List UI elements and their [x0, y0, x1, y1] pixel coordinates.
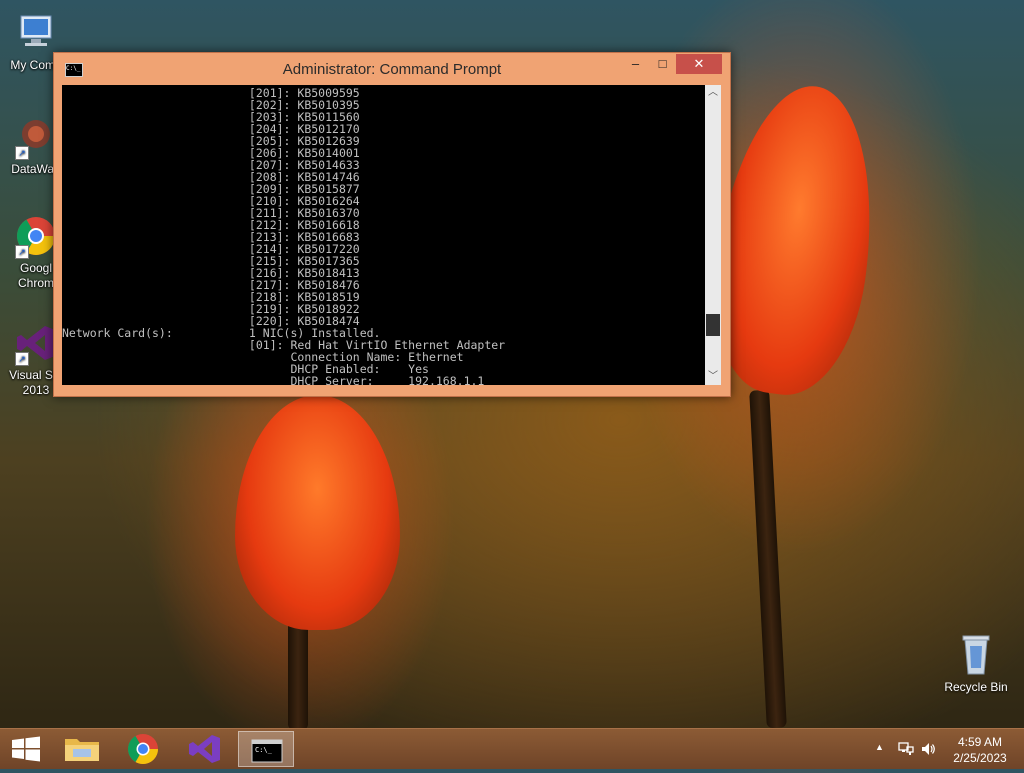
scroll-thumb[interactable] [706, 314, 720, 336]
volume-icon[interactable] [920, 741, 936, 757]
clock-date: 2/25/2023 [953, 751, 1007, 765]
taskbar: C:\_ ▲ 4:59 AM 2/25/2023 [0, 728, 1024, 769]
system-tray: ▲ [870, 729, 940, 769]
computer-icon [15, 12, 57, 54]
left-flower-petal [235, 395, 400, 630]
shortcut-arrow-icon: ↗ [15, 352, 29, 366]
console-line: DHCP Server: 192.168.1.1 [62, 374, 485, 385]
right-flower-stem [749, 389, 787, 729]
left-flower-stem [288, 620, 308, 730]
console-text: [201]: KB5009595 [202]: KB5010395 [203]:… [62, 85, 705, 385]
desktop-icon-recycle-bin[interactable]: Recycle Bin [940, 630, 1012, 694]
minimize-button[interactable]: – [622, 54, 649, 74]
window-titlebar[interactable]: C:\_ Administrator: Command Prompt – □ ✕ [54, 53, 730, 84]
close-button[interactable]: ✕ [676, 54, 722, 74]
scroll-down-button[interactable]: ﹀ [705, 369, 721, 385]
chrome-icon [128, 734, 158, 765]
svg-text:C:\_: C:\_ [255, 746, 273, 754]
vertical-scrollbar[interactable]: ︿ ﹀ [705, 85, 721, 385]
scroll-up-button[interactable]: ︿ [705, 85, 721, 101]
chrome-icon: ↗ [15, 215, 57, 259]
shortcut-arrow-icon: ↗ [15, 146, 29, 160]
taskbar-clock[interactable]: 4:59 AM 2/25/2023 [940, 734, 1020, 766]
visual-studio-icon [189, 735, 220, 763]
start-button[interactable] [0, 731, 56, 767]
datawag-icon: ↗ [15, 116, 57, 160]
taskbar-file-explorer[interactable] [55, 731, 111, 767]
command-prompt-window[interactable]: C:\_ Administrator: Command Prompt – □ ✕… [53, 52, 731, 397]
clock-time: 4:59 AM [957, 735, 1003, 749]
console-output[interactable]: [201]: KB5009595 [202]: KB5010395 [203]:… [62, 85, 705, 385]
command-prompt-icon: C:\_ [251, 739, 283, 763]
visual-studio-icon: ↗ [15, 322, 57, 366]
windows-start-icon [12, 736, 40, 762]
recycle-bin-icon [955, 630, 997, 676]
maximize-button[interactable]: □ [649, 54, 676, 74]
taskbar-visual-studio[interactable] [176, 731, 232, 767]
shortcut-arrow-icon: ↗ [15, 245, 29, 259]
folder-icon [65, 739, 99, 761]
show-hidden-icons-button[interactable]: ▲ [875, 742, 884, 752]
taskbar-chrome[interactable] [115, 731, 171, 767]
taskbar-command-prompt[interactable]: C:\_ [238, 731, 294, 767]
network-icon[interactable] [898, 741, 914, 757]
